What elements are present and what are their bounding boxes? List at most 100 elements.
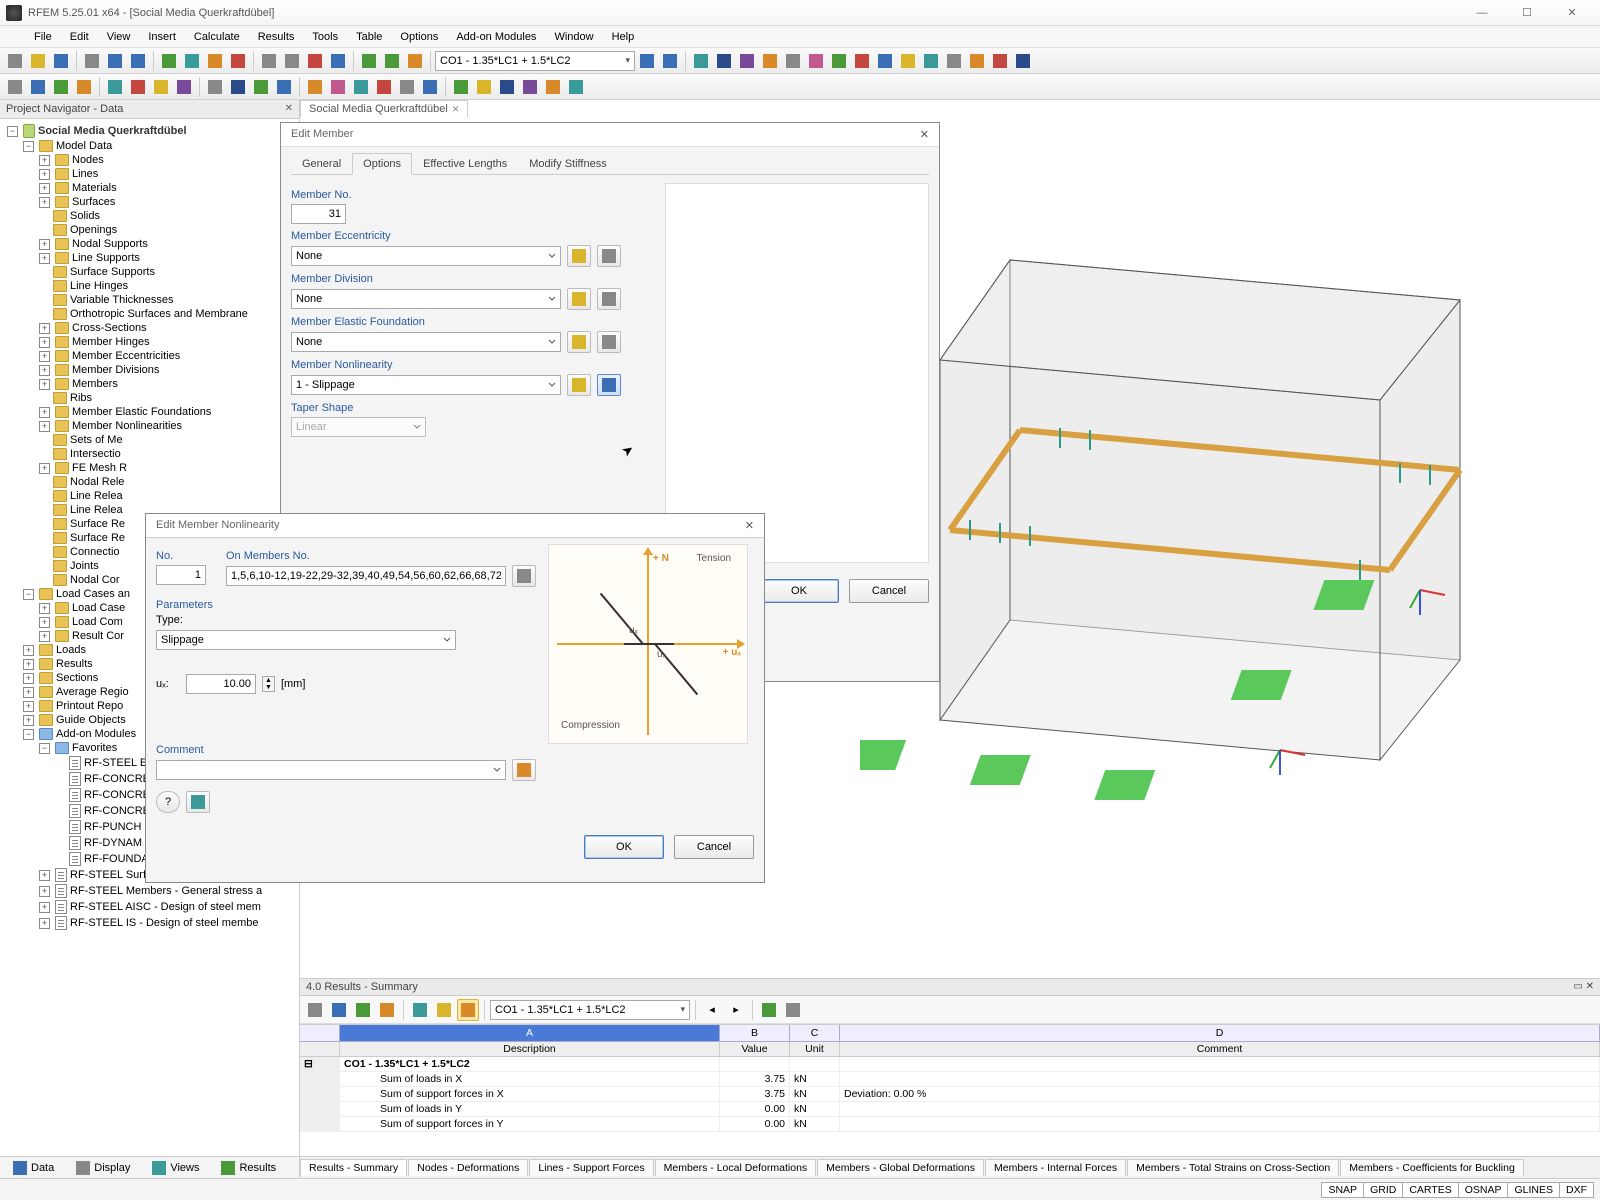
results-tab[interactable]: Members - Total Strains on Cross-Section bbox=[1127, 1159, 1339, 1176]
tab-options[interactable]: Options bbox=[352, 153, 412, 175]
tree-item[interactable]: +Materials bbox=[36, 181, 297, 195]
tool-m6[interactable] bbox=[805, 50, 827, 72]
div-new-button[interactable] bbox=[567, 288, 591, 310]
tool-m11[interactable] bbox=[920, 50, 942, 72]
t2-r[interactable] bbox=[419, 76, 441, 98]
sb-data[interactable]: Data bbox=[6, 1158, 61, 1178]
tool-b[interactable] bbox=[181, 50, 203, 72]
menu-view[interactable]: View bbox=[99, 29, 139, 45]
dlg2-help-button[interactable]: ? bbox=[156, 791, 180, 813]
dlg2-close-icon[interactable]: ✕ bbox=[745, 519, 754, 532]
tree-item[interactable]: +Surfaces bbox=[36, 195, 297, 209]
results-tab[interactable]: Results - Summary bbox=[300, 1159, 407, 1176]
tool-m8[interactable] bbox=[851, 50, 873, 72]
tree-item[interactable]: +Lines bbox=[36, 167, 297, 181]
dlg1-ok-button[interactable]: OK bbox=[759, 579, 839, 603]
ecc-edit-button[interactable] bbox=[597, 245, 621, 267]
spin-down[interactable]: ▼ bbox=[263, 684, 274, 691]
tree-item[interactable]: +Member Divisions bbox=[36, 363, 297, 377]
snap-toggle[interactable]: CARTES bbox=[1402, 1182, 1458, 1198]
tree-item[interactable]: +Nodal Supports bbox=[36, 237, 297, 251]
dlg2-comment-lib-button[interactable] bbox=[512, 759, 536, 781]
menu-table[interactable]: Table bbox=[348, 29, 390, 45]
spin-up[interactable]: ▲ bbox=[263, 677, 274, 684]
tool-redo[interactable] bbox=[127, 50, 149, 72]
found-new-button[interactable] bbox=[567, 331, 591, 353]
tool-m10[interactable] bbox=[897, 50, 919, 72]
tool-g[interactable] bbox=[304, 50, 326, 72]
t2-g[interactable] bbox=[150, 76, 172, 98]
div-select[interactable]: None bbox=[291, 289, 561, 309]
t2-d[interactable] bbox=[73, 76, 95, 98]
ecc-select[interactable]: None bbox=[291, 246, 561, 266]
rt-5[interactable] bbox=[409, 999, 431, 1021]
rt-2[interactable] bbox=[328, 999, 350, 1021]
tab-stiffness[interactable]: Modify Stiffness bbox=[518, 153, 617, 175]
tree-item[interactable]: Orthotropic Surfaces and Membrane bbox=[36, 307, 297, 321]
menu-edit[interactable]: Edit bbox=[62, 29, 97, 45]
tool-m2[interactable] bbox=[713, 50, 735, 72]
maximize-button[interactable]: ☐ bbox=[1505, 2, 1549, 24]
rt-1[interactable] bbox=[304, 999, 326, 1021]
div-edit-button[interactable] bbox=[597, 288, 621, 310]
nonlin-new-button[interactable] bbox=[567, 374, 591, 396]
tree-root[interactable]: −Social Media Querkraftdübel bbox=[4, 123, 297, 139]
sb-display[interactable]: Display bbox=[69, 1158, 137, 1178]
rt-3[interactable] bbox=[352, 999, 374, 1021]
menu-results[interactable]: Results bbox=[250, 29, 303, 45]
nonlin-select[interactable]: 1 - Slippage bbox=[291, 375, 561, 395]
tool-f[interactable] bbox=[281, 50, 303, 72]
dlg1-cancel-button[interactable]: Cancel bbox=[849, 579, 929, 603]
menu-tools[interactable]: Tools bbox=[304, 29, 346, 45]
tree-item[interactable]: Nodal Rele bbox=[36, 475, 297, 489]
tool-m13[interactable] bbox=[966, 50, 988, 72]
rt-prev[interactable]: ◂ bbox=[701, 999, 723, 1021]
t2-p[interactable] bbox=[373, 76, 395, 98]
tree-item[interactable]: +FE Mesh R bbox=[36, 461, 297, 475]
menu-options[interactable]: Options bbox=[392, 29, 446, 45]
close-button[interactable]: ✕ bbox=[1550, 2, 1594, 24]
tree-model-data[interactable]: −Model Data bbox=[20, 139, 297, 153]
tool-m15[interactable] bbox=[1012, 50, 1034, 72]
rt-4[interactable] bbox=[376, 999, 398, 1021]
snap-toggle[interactable]: OSNAP bbox=[1458, 1182, 1509, 1198]
t2-l[interactable] bbox=[273, 76, 295, 98]
member-no-input[interactable] bbox=[291, 204, 346, 224]
minimize-button[interactable]: — bbox=[1460, 2, 1504, 24]
results-tab[interactable]: Nodes - Deformations bbox=[408, 1159, 528, 1176]
t2-q[interactable] bbox=[396, 76, 418, 98]
ecc-new-button[interactable] bbox=[567, 245, 591, 267]
t2-w[interactable] bbox=[542, 76, 564, 98]
tool-k[interactable] bbox=[404, 50, 426, 72]
dlg2-no-input[interactable] bbox=[156, 565, 206, 585]
found-select[interactable]: None bbox=[291, 332, 561, 352]
tool-print[interactable] bbox=[81, 50, 103, 72]
rt-6[interactable] bbox=[433, 999, 455, 1021]
tool-m7[interactable] bbox=[828, 50, 850, 72]
tree-item[interactable]: Variable Thicknesses bbox=[36, 293, 297, 307]
tool-prev[interactable] bbox=[636, 50, 658, 72]
t2-h[interactable] bbox=[173, 76, 195, 98]
menu-window[interactable]: Window bbox=[546, 29, 601, 45]
tool-new[interactable] bbox=[4, 50, 26, 72]
t2-n[interactable] bbox=[327, 76, 349, 98]
t2-t[interactable] bbox=[473, 76, 495, 98]
tool-m14[interactable] bbox=[989, 50, 1011, 72]
tree-item[interactable]: +Cross-Sections bbox=[36, 321, 297, 335]
rt-next[interactable]: ▸ bbox=[725, 999, 747, 1021]
dlg2-onmem-input[interactable] bbox=[226, 566, 506, 586]
tree-item[interactable]: Sets of Me bbox=[36, 433, 297, 447]
tool-d[interactable] bbox=[227, 50, 249, 72]
t2-o[interactable] bbox=[350, 76, 372, 98]
tool-undo[interactable] bbox=[104, 50, 126, 72]
dlg2-units-button[interactable] bbox=[186, 791, 210, 813]
tree-steel-item[interactable]: +RF-STEEL AISC - Design of steel mem bbox=[36, 899, 297, 915]
loadcase-combo[interactable]: CO1 - 1.35*LC1 + 1.5*LC2 bbox=[435, 51, 635, 71]
results-grid[interactable]: A B C D Description Value Unit Comment ⊟… bbox=[300, 1024, 1600, 1156]
found-edit-button[interactable] bbox=[597, 331, 621, 353]
menu-addons[interactable]: Add-on Modules bbox=[448, 29, 544, 45]
tool-m4[interactable] bbox=[759, 50, 781, 72]
tree-steel-item[interactable]: +RF-STEEL Members - General stress a bbox=[36, 883, 297, 899]
dlg2-cancel-button[interactable]: Cancel bbox=[674, 835, 754, 859]
tree-item[interactable]: +Line Supports bbox=[36, 251, 297, 265]
